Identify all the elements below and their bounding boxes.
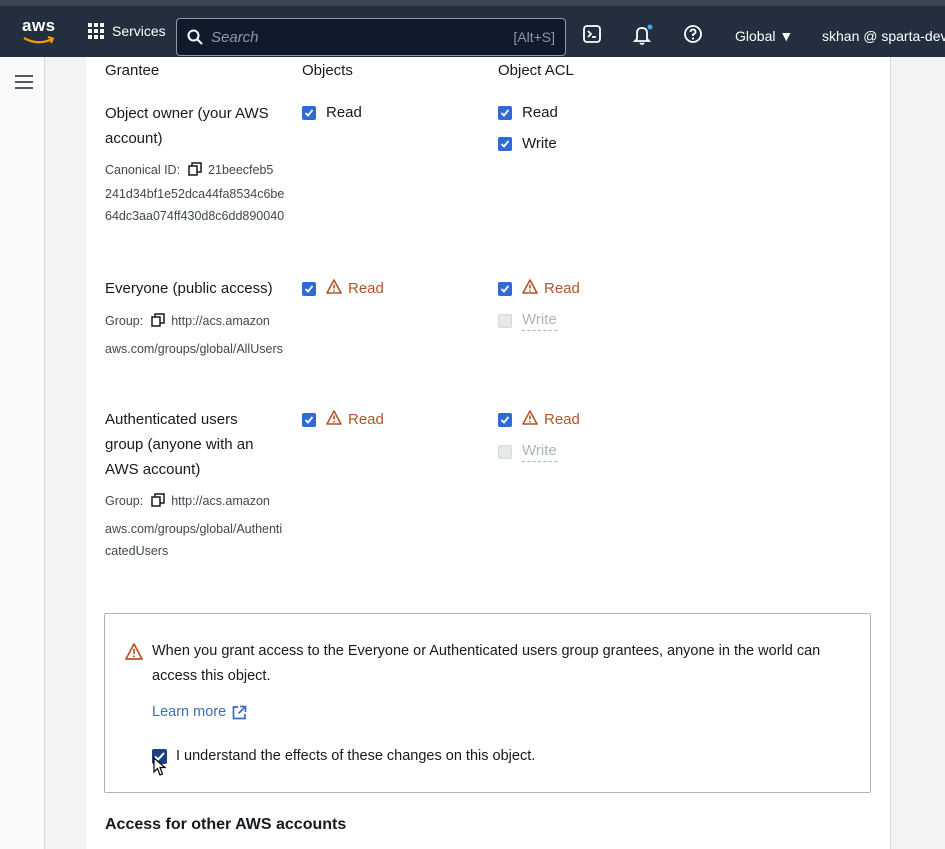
owner-objects-read-checkbox[interactable]: Read	[302, 104, 362, 121]
cloudshell-icon[interactable]	[582, 24, 604, 46]
smile-icon	[23, 36, 55, 44]
canonical-id-label: Canonical ID:	[105, 163, 181, 177]
group-uri-rest: aws.com/groups/global/AllUsers	[105, 342, 283, 356]
group-label: Group:	[105, 314, 144, 328]
grantee-object-owner: Object owner (your AWS account)	[105, 105, 269, 147]
checkbox-checked-icon	[498, 281, 512, 296]
warning-message: When you grant access to the Everyone or…	[152, 643, 821, 684]
search-input[interactable]: Search [Alt+S]	[176, 18, 566, 56]
hamburger-menu-icon[interactable]	[15, 75, 33, 89]
aws-logo-text: aws	[22, 16, 56, 35]
copy-icon[interactable]	[151, 492, 165, 514]
everyone-objects-read-checkbox[interactable]: Read	[302, 279, 384, 298]
copy-icon[interactable]	[188, 161, 202, 183]
learn-more-link[interactable]: Learn more	[152, 704, 247, 720]
group-uri-start: http://acs.amazon	[171, 314, 270, 328]
everyone-acl-read-checkbox[interactable]: Read	[498, 279, 580, 298]
column-header-grantee: Grantee	[105, 62, 160, 79]
checkbox-checked-icon	[302, 412, 316, 427]
owner-acl-read-checkbox[interactable]: Read	[498, 104, 558, 121]
right-gutter	[890, 57, 945, 849]
top-navigation: aws Services Search [Alt+S] Global ▼ skh…	[0, 0, 945, 57]
help-icon[interactable]	[683, 24, 705, 46]
search-icon	[187, 29, 203, 45]
canonical-id-rest: 241d34bf1e52dca44fa8534c6be64dc3aa074ff4…	[105, 187, 285, 223]
column-header-objects: Objects	[302, 62, 353, 79]
checkbox-checked-icon	[498, 412, 512, 427]
aws-logo[interactable]: aws	[22, 16, 56, 50]
account-menu[interactable]: skhan @ sparta-devop	[822, 28, 945, 44]
authenticated-acl-write-label: Write	[522, 441, 557, 462]
everyone-acl-read-label: Read	[544, 280, 580, 297]
grantee-canonical-id: Canonical ID: 21beecfeb5 241d34bf1e52dca4…	[105, 159, 285, 227]
checkbox-checked-icon	[498, 105, 512, 120]
region-selector[interactable]: Global ▼	[735, 28, 793, 44]
acknowledge-label: I understand the effects of these change…	[176, 748, 536, 764]
services-menu-button[interactable]: Services	[88, 23, 166, 39]
everyone-acl-write-checkbox[interactable]: Write	[498, 310, 557, 331]
everyone-objects-read-label: Read	[348, 280, 384, 297]
owner-acl-read-label: Read	[522, 104, 558, 121]
group-uri-rest: aws.com/groups/global/AuthenticatedUsers	[105, 522, 283, 558]
authenticated-acl-read-label: Read	[544, 411, 580, 428]
search-placeholder: Search	[211, 28, 259, 46]
column-header-object-acl: Object ACL	[498, 62, 574, 79]
services-label: Services	[112, 23, 166, 39]
everyone-acl-write-label: Write	[522, 310, 557, 331]
warning-icon	[522, 410, 538, 429]
checkbox-checked-icon	[498, 136, 512, 151]
owner-acl-write-label: Write	[522, 135, 557, 152]
grantee-everyone: Everyone (public access)	[105, 280, 273, 297]
authenticated-objects-read-label: Read	[348, 411, 384, 428]
public-access-warning-alert: When you grant access to the Everyone or…	[104, 613, 871, 793]
checkbox-checked-icon	[302, 105, 316, 120]
mouse-cursor-icon	[153, 757, 167, 776]
checkbox-checked-icon	[302, 281, 316, 296]
warning-icon	[326, 410, 342, 429]
group-label: Group:	[105, 494, 144, 508]
owner-acl-write-checkbox[interactable]: Write	[498, 135, 557, 152]
group-uri-start: http://acs.amazon	[171, 494, 270, 508]
warning-icon	[522, 279, 538, 298]
learn-more-label: Learn more	[152, 704, 227, 720]
checkbox-disabled-icon	[498, 313, 512, 328]
copy-icon[interactable]	[151, 312, 165, 334]
search-shortcut: [Alt+S]	[513, 29, 555, 45]
grantee-everyone-group: Group: http://acs.amazon aws.com/groups/g…	[105, 310, 285, 360]
authenticated-objects-read-checkbox[interactable]: Read	[302, 410, 384, 429]
warning-icon	[125, 643, 143, 665]
authenticated-acl-read-checkbox[interactable]: Read	[498, 410, 580, 429]
owner-objects-read-label: Read	[326, 104, 362, 121]
notifications-bell-icon[interactable]	[632, 24, 654, 46]
side-navigation	[0, 57, 45, 849]
section-title-other-accounts: Access for other AWS accounts	[105, 816, 347, 833]
acknowledge-checkbox[interactable]: I understand the effects of these change…	[152, 748, 535, 764]
grantee-authenticated-users: Authenticated users group (anyone with a…	[105, 411, 254, 478]
canonical-id-start: 21beecfeb5	[208, 163, 274, 177]
warning-icon	[326, 279, 342, 298]
grantee-authenticated-group: Group: http://acs.amazon aws.com/groups/g…	[105, 490, 285, 562]
grid-icon	[88, 23, 104, 39]
authenticated-acl-write-checkbox[interactable]: Write	[498, 441, 557, 462]
external-link-icon	[232, 705, 247, 719]
checkbox-disabled-icon	[498, 444, 512, 459]
